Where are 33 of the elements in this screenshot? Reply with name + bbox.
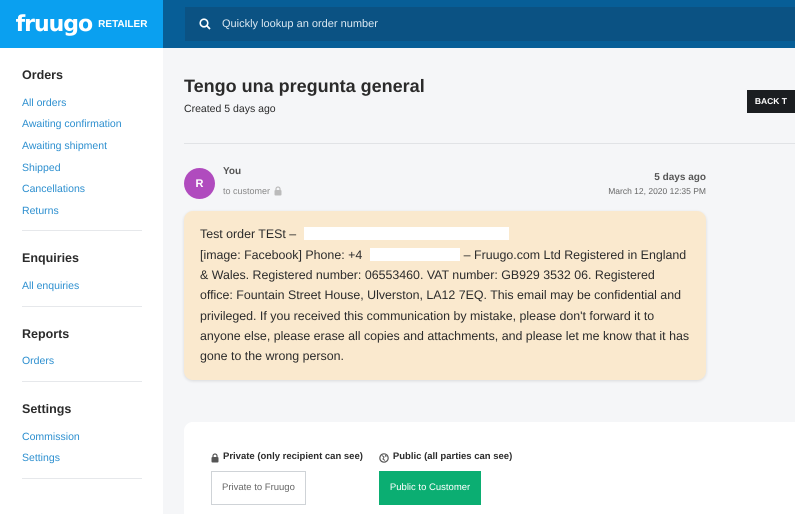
sidebar-link[interactable]: Cancellations (22, 179, 142, 201)
sidebar-heading: Enquiries (22, 250, 80, 268)
lock-icon (211, 452, 219, 463)
recipient-label: to customer (223, 184, 270, 198)
sidebar-link[interactable]: Orders (22, 351, 142, 373)
created-date: Created 5 days ago (184, 102, 277, 117)
sidebar-heading: Orders (22, 67, 64, 84)
sender-name: You (223, 165, 242, 180)
product-label: RETAILER (98, 18, 148, 32)
sidebar-link[interactable]: Commission (22, 426, 142, 448)
brand-logo[interactable]: fruugo (16, 8, 92, 40)
sidebar-link[interactable]: Settings (22, 448, 142, 470)
search-field[interactable]: Quickly lookup an order number (185, 7, 795, 41)
sidebar-link[interactable]: Shipped (22, 158, 142, 180)
sidebar-link[interactable]: All orders (22, 92, 142, 114)
back-button[interactable]: BACK T (746, 90, 795, 113)
search-icon (199, 18, 211, 30)
sidebar-link[interactable]: Awaiting shipment (22, 136, 142, 158)
visibility-button[interactable]: Public to Customer (378, 470, 482, 505)
sidebar-heading: Reports (22, 326, 70, 343)
message-age: 5 days ago (653, 170, 706, 185)
sidebar-link[interactable]: All enquiries (22, 276, 142, 298)
sidebar-link[interactable]: Awaiting confirmation (22, 114, 142, 136)
avatar: R (184, 168, 215, 200)
option-label: Public (all parties can see) (392, 450, 512, 464)
sidebar-heading: Settings (22, 401, 72, 418)
visibility-button[interactable]: Private to Fruugo (211, 470, 306, 505)
globe-icon (378, 452, 389, 463)
option-label: Private (only recipient can see) (223, 450, 363, 464)
message-timestamp: March 12, 2020 12:35 PM (608, 184, 706, 198)
enquiry-title: Tengo una pregunta general (184, 76, 425, 98)
message-text: Test order TESt – [image: Facebook] Phone: +4 – Fruugo.com Ltd Registered in England & Wales. Registered number: 06553460. VAT number: GB929 3532 06. Registered office: Fountain Street House, Ulverston, LA12 7EQ. This email may be confidential and privileged. If you received this communication by mistake, please don't forward it to anyone else, please erase all copies and attachments, and please let me know that it has gone to the wrong person. (200, 227, 690, 364)
sidebar-link[interactable]: Returns (22, 200, 142, 222)
